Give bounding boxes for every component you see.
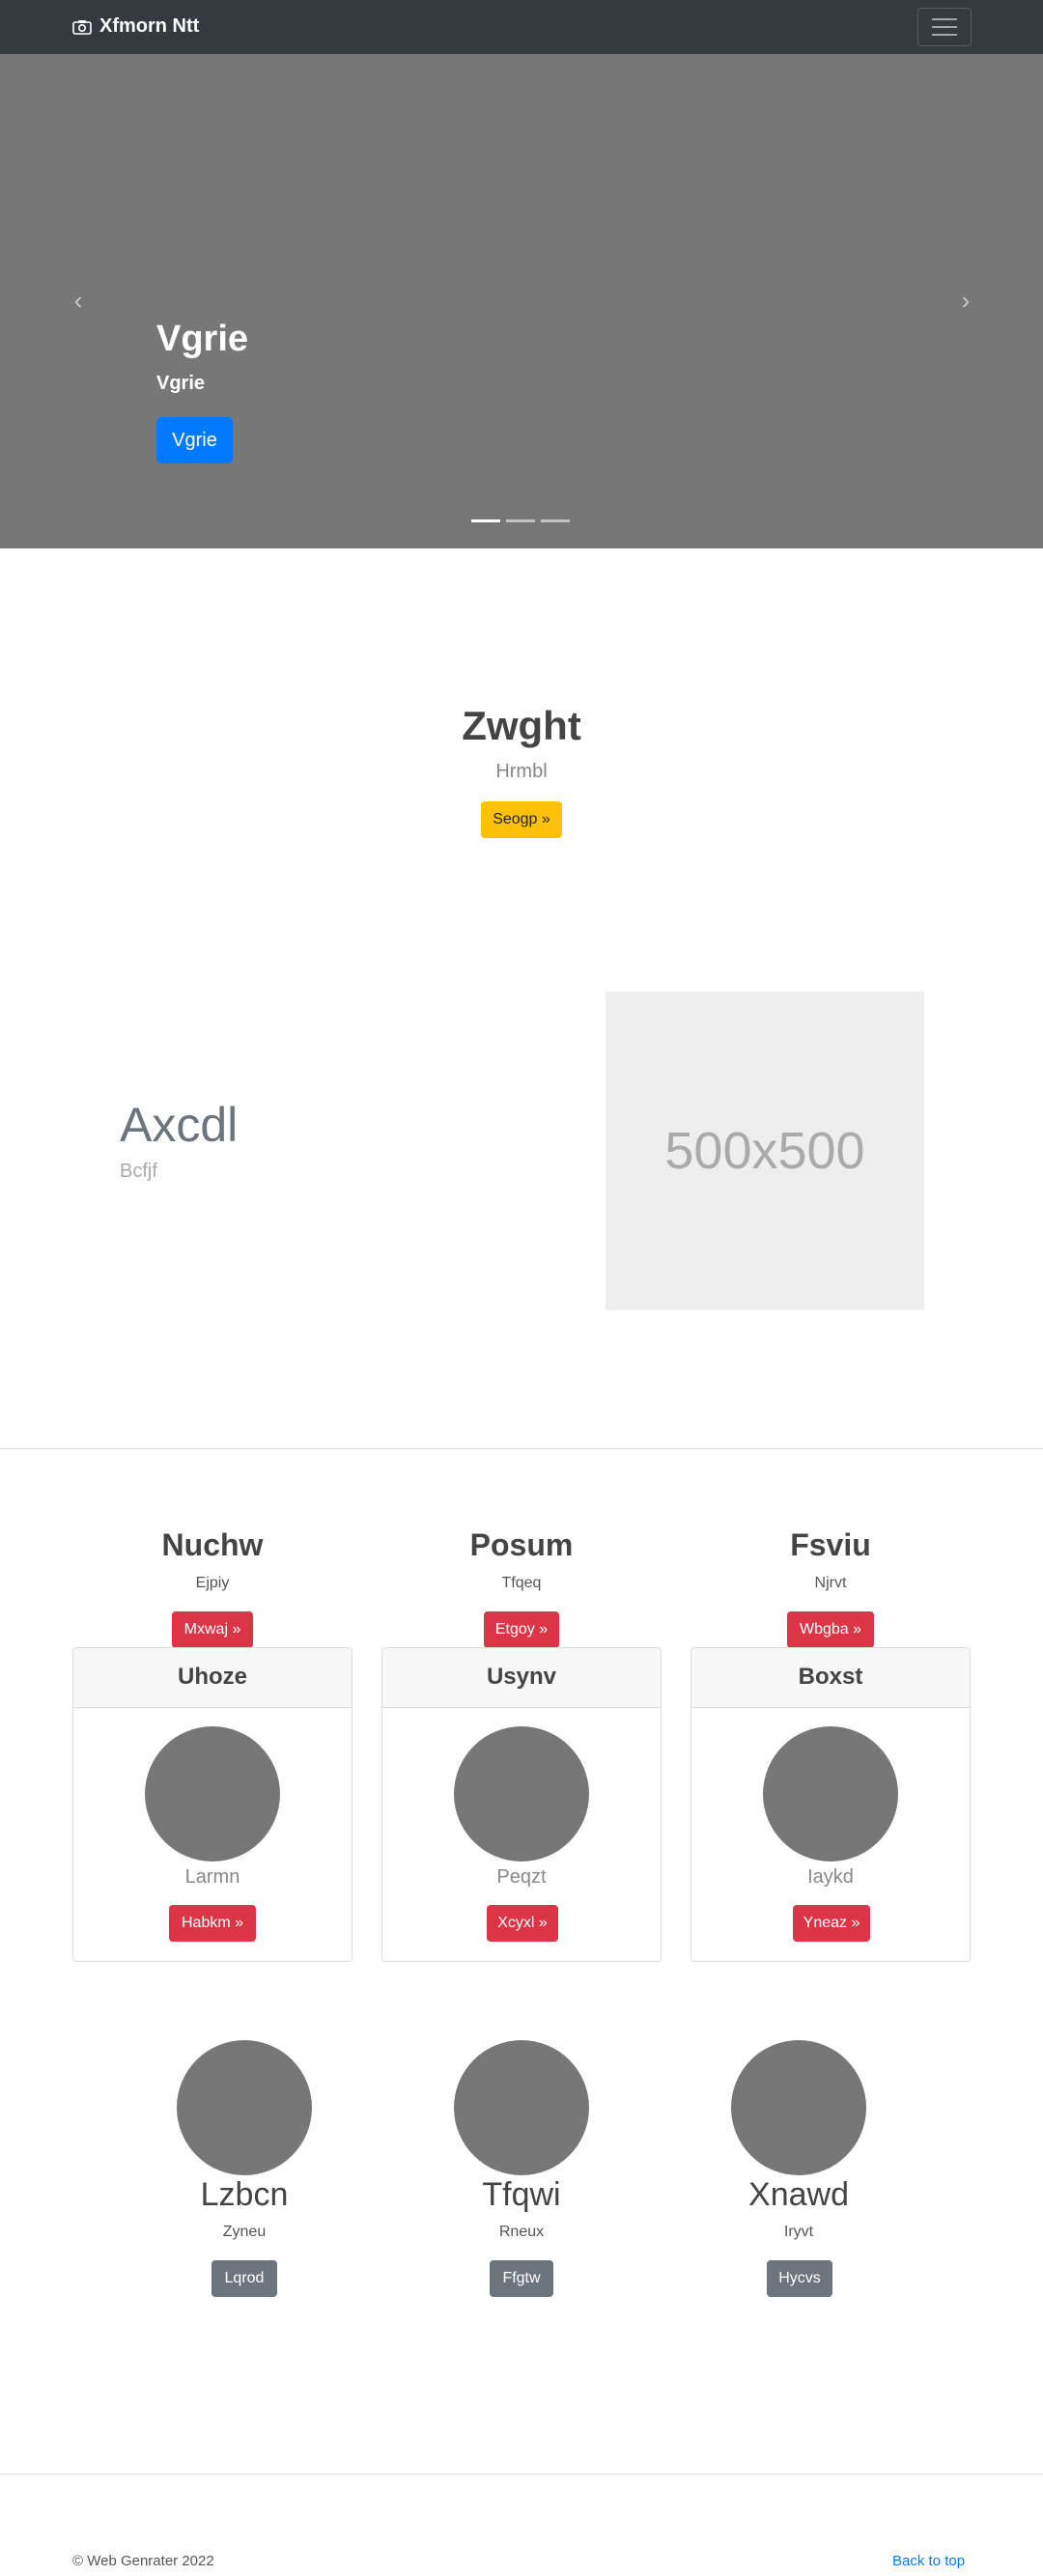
carousel-indicator[interactable]: [541, 519, 570, 522]
feature-subtitle: Bcfjf: [120, 1161, 157, 1182]
back-to-top-link[interactable]: Back to top: [892, 2553, 965, 2569]
hero-title: Zwght: [462, 703, 581, 748]
footer-copyright: © Web Genrater 2022: [72, 2553, 214, 2569]
carousel-indicator[interactable]: [471, 519, 500, 522]
card-text: Peqzt: [496, 1866, 547, 1888]
column-text: Njrvt: [814, 1575, 847, 1591]
avatar-name: Lzbcn: [200, 2176, 289, 2213]
navbar-toggler-button[interactable]: [917, 8, 972, 46]
column-heading: Posum: [469, 1527, 574, 1562]
image-label: 500x500: [664, 1122, 865, 1180]
avatar-text: Iryvt: [783, 2224, 814, 2240]
hero-subtitle: Hrmbl: [495, 761, 548, 782]
avatar-button[interactable]: Lqrod: [211, 2260, 277, 2297]
column-button[interactable]: Wbgba »: [787, 1611, 874, 1648]
section-divider: [0, 1448, 1043, 1449]
card-text: Iaykd: [807, 1866, 854, 1888]
avatar: [454, 2040, 589, 2175]
card-text: Larmn: [184, 1866, 240, 1888]
card-header: Boxst: [691, 1648, 970, 1708]
carousel-title: Vgrie: [156, 319, 249, 359]
avatar-text: Zyneu: [222, 2224, 267, 2240]
card-button[interactable]: Yneaz »: [793, 1905, 870, 1942]
column-text: Tfqeq: [501, 1575, 542, 1591]
avatar-name: Xnawd: [748, 2176, 849, 2213]
carousel-indicator[interactable]: [506, 519, 535, 522]
carousel-indicators: [471, 519, 570, 522]
hamburger-icon: [932, 18, 957, 20]
avatar-text: Rneux: [498, 2224, 545, 2240]
avatar-button[interactable]: Ffgtw: [490, 2260, 553, 2297]
chevron-left-icon[interactable]: ‹: [64, 286, 93, 315]
feature-title: Axcdl: [120, 1098, 239, 1152]
column-button[interactable]: Etgoy »: [484, 1611, 559, 1648]
card-header: Usynv: [382, 1648, 661, 1708]
chevron-right-icon[interactable]: ›: [951, 286, 980, 315]
camera-icon: [72, 19, 92, 35]
hero-button[interactable]: Seogp »: [481, 801, 562, 838]
card-button[interactable]: Habkm »: [169, 1905, 256, 1942]
card-image-placeholder: [145, 1726, 280, 1862]
avatar: [731, 2040, 866, 2175]
navbar: Xfmorn Ntt: [0, 0, 1043, 54]
column-button[interactable]: Mxwaj »: [172, 1611, 253, 1648]
carousel-button[interactable]: Vgrie: [156, 417, 233, 463]
card-image-placeholder: [763, 1726, 898, 1862]
brand-text: Xfmorn Ntt: [99, 15, 200, 37]
card: Boxst Iaykd Yneaz »: [691, 1647, 971, 1962]
footer-divider: [0, 2474, 1043, 2475]
card: Usynv Peqzt Xcyxl »: [381, 1647, 662, 1962]
column-heading: Nuchw: [161, 1527, 264, 1562]
card-button[interactable]: Xcyxl »: [487, 1905, 558, 1942]
avatar-name: Tfqwi: [482, 2176, 561, 2213]
avatar: [177, 2040, 312, 2175]
navbar-brand[interactable]: Xfmorn Ntt: [72, 15, 199, 38]
card: Uhoze Larmn Habkm »: [72, 1647, 352, 1962]
column-text: Ejpiy: [195, 1575, 230, 1591]
column-heading: Fsviu: [790, 1527, 871, 1562]
carousel-subtitle: Vgrie: [156, 373, 206, 394]
hero-carousel: ‹ › Vgrie Vgrie Vgrie: [0, 54, 1043, 548]
feature-image-placeholder: 500x500: [606, 992, 924, 1310]
card-image-placeholder: [454, 1726, 589, 1862]
card-header: Uhoze: [73, 1648, 352, 1708]
avatar-button[interactable]: Hycvs: [767, 2260, 832, 2297]
